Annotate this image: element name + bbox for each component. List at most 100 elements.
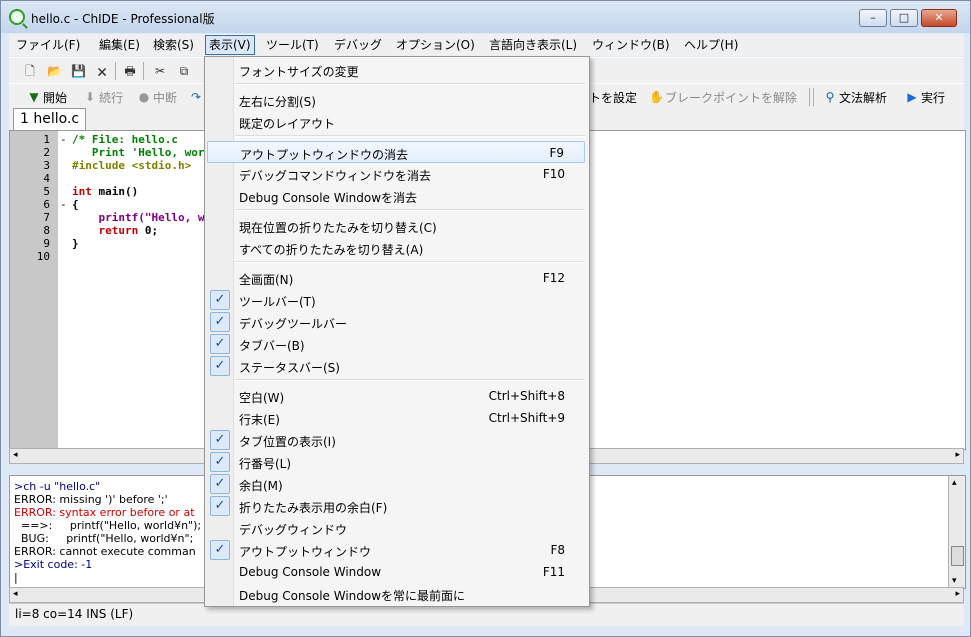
view-menu-item[interactable]: フォントサイズの変更 [207, 59, 585, 81]
view-menu-item-label: 全画面(N) [239, 273, 294, 287]
view-menu-item[interactable]: 全画面(N) F12 [207, 267, 585, 289]
view-menu-item[interactable]: デバッグウィンドウ [207, 517, 585, 539]
view-menu-item[interactable]: 行末(E) Ctrl+Shift+9 [207, 407, 585, 429]
menu-language-view[interactable]: 言語向き表示(L) [486, 36, 580, 54]
view-menu-item-shortcut: F11 [542, 565, 565, 579]
view-menu-item-shortcut: Ctrl+Shift+8 [488, 389, 565, 403]
scroll-right-icon[interactable]: ▸ [955, 589, 960, 599]
chide-app-icon [9, 9, 25, 25]
view-menu-item[interactable]: ✓ デバッグツールバー [207, 311, 585, 333]
view-menu-item-label: 余白(M) [239, 479, 283, 493]
run-icon: ▶ [907, 90, 917, 104]
line-number: 6 [43, 198, 50, 211]
view-menu-item[interactable]: ✓ アウトプットウィンドウ F8 [207, 539, 585, 561]
view-menu-item-label: フォントサイズの変更 [239, 65, 359, 79]
menu-view[interactable]: 表示(V) [205, 35, 255, 55]
new-file-icon[interactable]: 🗋 [23, 64, 37, 78]
fold-marker[interactable]: - [60, 133, 67, 146]
view-menu-item-shortcut: F9 [549, 146, 564, 160]
menu-help[interactable]: ヘルプ(H) [681, 36, 741, 54]
output-vertical-scrollbar[interactable]: ▴ ▾ [948, 476, 965, 588]
view-menu-item[interactable]: ✓ ツールバー(T) [207, 289, 585, 311]
tab-hello-c[interactable]: 1 hello.c [13, 108, 87, 131]
view-menu-item[interactable]: ✓ タブ位置の表示(I) [207, 429, 585, 451]
scroll-left-icon[interactable]: ◂ [13, 589, 18, 599]
checkmark-icon: ✓ [210, 452, 230, 472]
view-menu-item-label: 行末(E) [239, 413, 280, 427]
view-menu-item-label: Debug Console Window [239, 565, 382, 579]
view-menu-item-label: 空白(W) [239, 391, 285, 405]
fold-marker[interactable]: - [60, 198, 67, 211]
view-menu-dropdown: フォントサイズの変更 左右に分割(S) 既定のレイアウトアウトプットウィンドウの消去… [204, 56, 590, 607]
view-menu-item[interactable]: 空白(W) Ctrl+Shift+8 [207, 385, 585, 407]
parse-button[interactable]: 文法解析 [839, 89, 887, 106]
view-menu-item[interactable]: ✓ 行番号(L) [207, 451, 585, 473]
view-menu-item-label: アウトプットウィンドウ [239, 545, 372, 559]
open-folder-icon[interactable]: 📂 [47, 64, 62, 78]
menu-file[interactable]: ファイル(F) [13, 36, 83, 54]
view-menu-item[interactable]: すべての折りたたみを切り替え(A) [207, 237, 585, 259]
menu-edit[interactable]: 編集(E) [96, 36, 143, 54]
minimize-button[interactable]: – [859, 9, 887, 27]
save-icon[interactable]: 💾 [71, 64, 86, 78]
print-icon[interactable]: 🖶 [123, 64, 137, 78]
continue-icon: ⬇ [84, 90, 96, 104]
menu-separator [235, 261, 585, 263]
view-menu-item[interactable]: 左右に分割(S) [207, 89, 585, 111]
scroll-up-icon[interactable]: ▴ [952, 478, 957, 488]
view-menu-item[interactable]: Debug Console Windowを消去 [207, 185, 585, 207]
line-number: 10 [36, 250, 50, 263]
debug-continue-button[interactable]: 続行 [99, 89, 123, 106]
view-menu-item-label: 左右に分割(S) [239, 95, 316, 109]
step-icon[interactable]: ↷ [189, 90, 203, 104]
line-number-gutter: 1 2 3 4 5 6 7 8 9 10 [10, 131, 58, 449]
close-button[interactable]: ✕ [921, 9, 957, 27]
line-number: 7 [43, 211, 50, 224]
view-menu-item[interactable]: デバッグコマンドウィンドウを消去 F10 [207, 163, 585, 185]
menu-options[interactable]: オプション(O) [393, 36, 478, 54]
menu-debug[interactable]: デバッグ [331, 36, 385, 54]
cut-icon[interactable]: ✂ [153, 64, 167, 78]
menu-separator [235, 83, 585, 85]
checkmark-icon: ✓ [210, 356, 230, 376]
debug-start-button[interactable]: 開始 [43, 89, 67, 106]
run-button[interactable]: 実行 [921, 89, 945, 106]
copy-icon[interactable]: ⧉ [177, 64, 191, 78]
view-menu-item[interactable]: 現在位置の折りたたみを切り替え(C) [207, 215, 585, 237]
set-breakpoint-button[interactable]: トを設定 [589, 89, 637, 106]
cursor-position-status: li=8 co=14 INS (LF) [15, 607, 134, 621]
output-line: >Exit code: -1 [14, 558, 93, 571]
debug-stop-button[interactable]: 中断 [153, 89, 177, 106]
window-title: hello.c - ChIDE - Professional版 [31, 12, 215, 26]
view-menu-item[interactable]: ✓ タブバー(B) [207, 333, 585, 355]
view-menu-item-label: タブ位置の表示(I) [239, 435, 336, 449]
view-menu-item-shortcut: F10 [542, 167, 565, 181]
view-menu-item[interactable]: ✓ ステータスバー(S) [207, 355, 585, 377]
close-file-icon[interactable]: 🗙 [95, 64, 109, 78]
toolbar-separator [115, 62, 116, 80]
view-menu-item[interactable]: アウトプットウィンドウの消去 F9 [207, 141, 585, 163]
output-line: ERROR: missing ')' before ';' [14, 493, 168, 506]
maximize-button[interactable]: □ [890, 9, 918, 27]
line-number: 1 [43, 133, 50, 146]
menu-search[interactable]: 検索(S) [150, 36, 197, 54]
view-menu-item-label: タブバー(B) [239, 339, 305, 353]
title-bar[interactable]: hello.c - ChIDE - Professional版 – □ ✕ [1, 1, 970, 33]
clear-breakpoint-button[interactable]: ブレークポイントを解除 [665, 89, 797, 106]
view-menu-item-label: 既定のレイアウト [239, 117, 336, 131]
view-menu-item[interactable]: Debug Console Window F11 [207, 561, 585, 583]
menu-window[interactable]: ウィンドウ(B) [589, 36, 673, 54]
menu-bar: ファイル(F) 編集(E) 検索(S) 表示(V) ツール(T) デバッグ オプ… [9, 34, 964, 56]
view-menu-item[interactable]: Debug Console Windowを常に最前面に [207, 583, 585, 605]
code-line: } [72, 237, 79, 250]
checkmark-icon: ✓ [210, 496, 230, 516]
scroll-thumb[interactable] [951, 546, 964, 566]
view-menu-item[interactable]: ✓ 余白(M) [207, 473, 585, 495]
view-menu-item[interactable]: ✓ 折りたたみ表示用の余白(F) [207, 495, 585, 517]
scroll-left-icon[interactable]: ◂ [13, 450, 18, 460]
checkmark-icon: ✓ [210, 290, 230, 310]
view-menu-item[interactable]: 既定のレイアウト [207, 111, 585, 133]
scroll-right-icon[interactable]: ▸ [955, 450, 960, 460]
menu-tools[interactable]: ツール(T) [263, 36, 322, 54]
scroll-down-icon[interactable]: ▾ [952, 576, 957, 586]
